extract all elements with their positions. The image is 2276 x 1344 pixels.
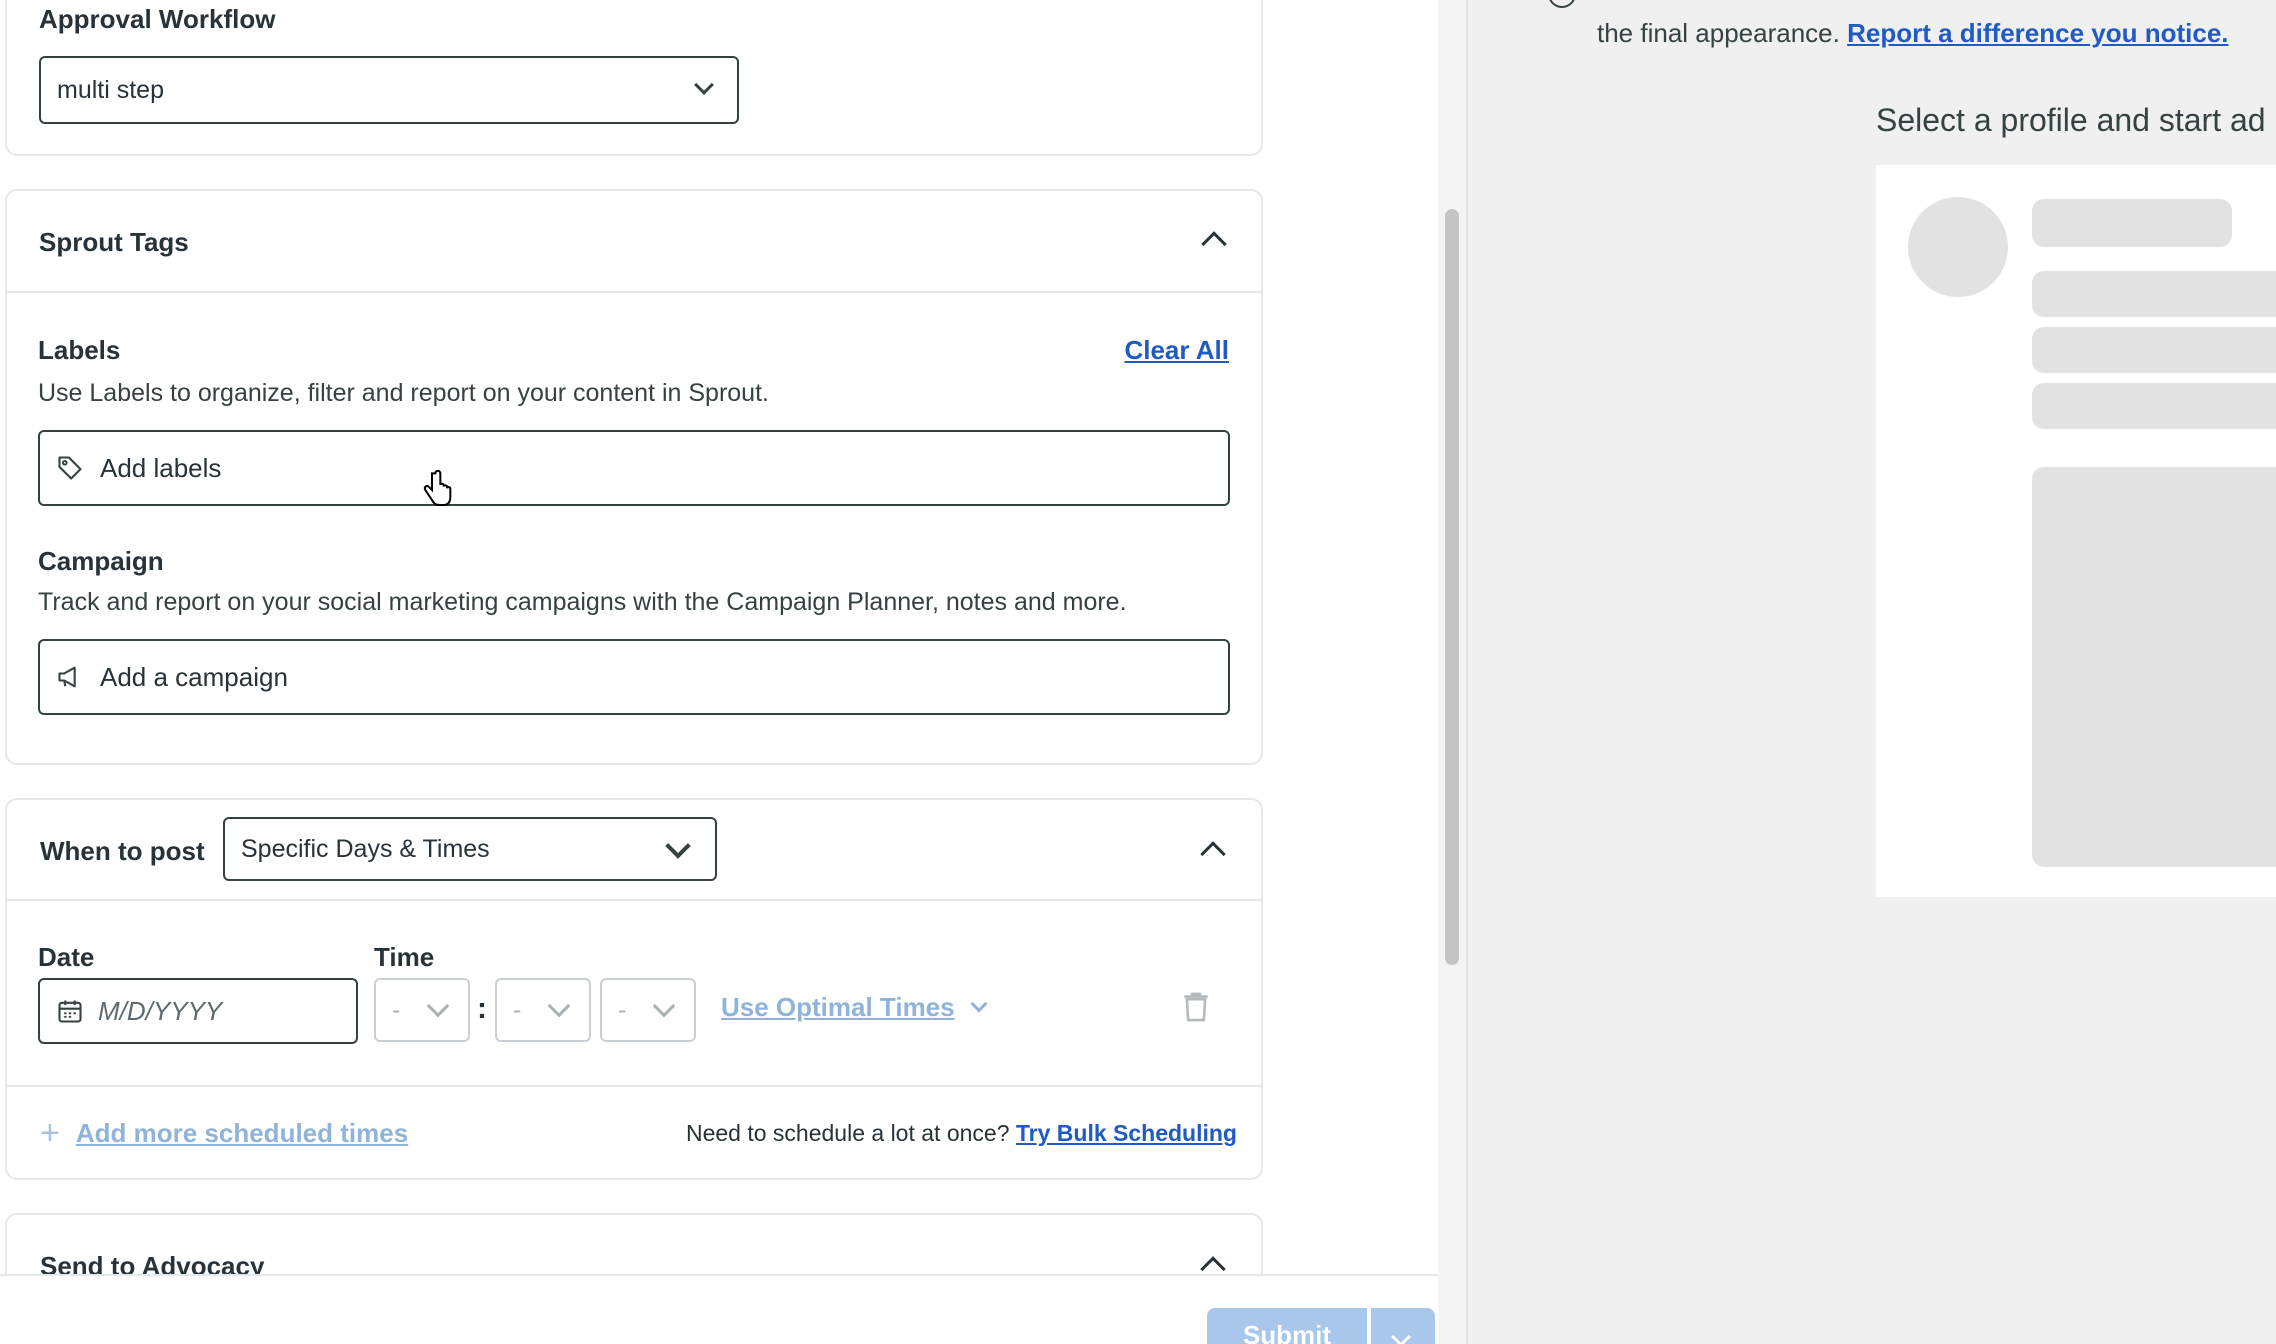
preview-card bbox=[1876, 165, 2276, 897]
add-labels-placeholder: Add labels bbox=[100, 452, 222, 483]
plus-icon: + bbox=[40, 1114, 60, 1152]
when-to-post-title: When to post bbox=[40, 836, 205, 866]
date-placeholder: M/D/YYYY bbox=[98, 995, 223, 1026]
skeleton-line bbox=[2032, 383, 2276, 429]
approval-workflow-select[interactable]: multi step bbox=[39, 56, 739, 124]
post-timing-value: Specific Days & Times bbox=[241, 834, 490, 863]
add-labels-input[interactable]: Add labels bbox=[38, 430, 1230, 506]
preview-note: the final appearance. Report a differenc… bbox=[1597, 18, 2229, 49]
minute-value: - bbox=[513, 995, 522, 1024]
skeleton-line bbox=[2032, 271, 2276, 317]
megaphone-icon bbox=[58, 666, 76, 688]
labels-heading: Labels bbox=[38, 335, 121, 365]
chevron-down-icon bbox=[547, 994, 571, 1018]
preview-note-text: the final appearance. bbox=[1597, 18, 1840, 48]
avatar bbox=[1908, 197, 2008, 297]
schedule-divider bbox=[5, 1085, 1263, 1087]
chevron-down-icon bbox=[694, 75, 714, 95]
when-to-post-divider bbox=[5, 899, 1263, 901]
trash-icon[interactable] bbox=[1180, 990, 1212, 1024]
chevron-down-icon bbox=[665, 833, 691, 859]
skeleton-line bbox=[2032, 199, 2232, 247]
add-campaign-input[interactable]: Add a campaign bbox=[38, 639, 1230, 715]
use-optimal-times-button[interactable]: Use Optimal Times bbox=[721, 992, 988, 1023]
bulk-scheduling-link[interactable]: Try Bulk Scheduling bbox=[1016, 1120, 1237, 1146]
hour-select[interactable]: - bbox=[374, 978, 470, 1042]
use-optimal-times-label: Use Optimal Times bbox=[721, 992, 955, 1022]
submit-button[interactable]: Submit bbox=[1207, 1308, 1367, 1344]
minute-select[interactable]: - bbox=[495, 978, 591, 1042]
post-timing-select[interactable]: Specific Days & Times bbox=[223, 817, 717, 881]
hand-cursor-icon bbox=[423, 470, 452, 506]
submit-label: Submit bbox=[1242, 1319, 1332, 1344]
campaign-description: Track and report on your social marketin… bbox=[38, 588, 1127, 616]
preview-prompt: Select a profile and start ad bbox=[1876, 102, 2266, 138]
date-label: Date bbox=[38, 942, 95, 972]
skeleton-media bbox=[2032, 467, 2276, 867]
add-scheduled-times-label: Add more scheduled times bbox=[75, 1117, 409, 1148]
ampm-value: - bbox=[618, 995, 627, 1024]
preview-panel: the final appearance. Report a differenc… bbox=[1466, 0, 2276, 1344]
time-label: Time bbox=[374, 942, 435, 972]
chevron-down-icon bbox=[426, 994, 450, 1018]
info-icon bbox=[1548, 0, 1576, 8]
labels-description: Use Labels to organize, filter and repor… bbox=[38, 379, 769, 407]
approval-workflow-value: multi step bbox=[57, 75, 164, 104]
time-colon: : bbox=[477, 992, 487, 1025]
bulk-scheduling-prompt: Need to schedule a lot at once? bbox=[685, 1120, 1010, 1146]
add-campaign-placeholder: Add a campaign bbox=[100, 661, 288, 692]
bulk-scheduling-row: Need to schedule a lot at once? Try Bulk… bbox=[686, 1120, 1237, 1147]
chevron-down-icon bbox=[1391, 1327, 1411, 1344]
chevron-down-icon bbox=[970, 995, 988, 1012]
report-difference-link[interactable]: Report a difference you notice. bbox=[1847, 18, 2228, 48]
chevron-up-icon[interactable] bbox=[1201, 231, 1227, 257]
add-scheduled-times-button[interactable]: + Add more scheduled times bbox=[40, 1116, 408, 1150]
campaign-heading: Campaign bbox=[38, 546, 164, 576]
date-input[interactable]: M/D/YYYY bbox=[38, 978, 358, 1044]
sprout-tags-header[interactable]: Sprout Tags bbox=[7, 191, 1261, 291]
hour-value: - bbox=[392, 995, 401, 1024]
submit-options-button[interactable] bbox=[1369, 1308, 1435, 1344]
ampm-select[interactable]: - bbox=[600, 978, 696, 1042]
clear-all-link[interactable]: Clear All bbox=[1124, 335, 1229, 366]
scrollbar-thumb[interactable] bbox=[1445, 209, 1459, 965]
chevron-down-icon bbox=[652, 994, 676, 1018]
sprout-tags-title: Sprout Tags bbox=[39, 227, 189, 257]
sprout-tags-divider bbox=[5, 291, 1263, 293]
tag-icon bbox=[58, 456, 82, 480]
approval-workflow-card: Approval Workflow multi step bbox=[5, 0, 1263, 156]
approval-workflow-title: Approval Workflow bbox=[39, 4, 276, 34]
skeleton-line bbox=[2032, 327, 2276, 373]
calendar-icon bbox=[58, 1000, 82, 1023]
compose-form-panel: Approval Workflow multi step Sprout Tags… bbox=[0, 0, 1438, 1344]
